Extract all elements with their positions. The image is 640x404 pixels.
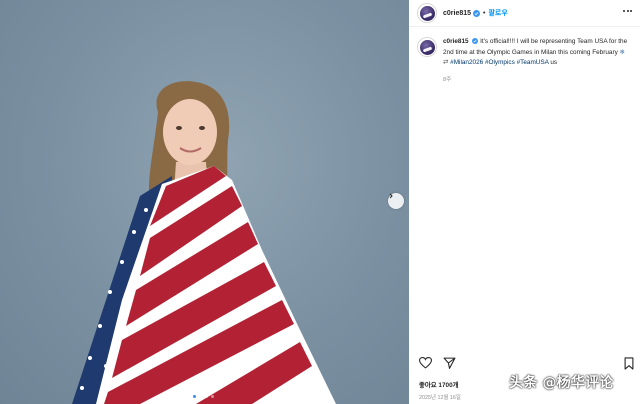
post-header: c0rie815 • 팔로우 — [409, 0, 640, 27]
post-photo[interactable] — [0, 0, 409, 404]
avatar[interactable] — [417, 3, 437, 23]
more-icon[interactable] — [623, 10, 632, 12]
chevron-right-icon — [389, 193, 393, 199]
carousel-dot — [199, 395, 202, 398]
snowflake-emoji: ❄ — [619, 48, 625, 56]
separator-dot: • — [483, 9, 486, 17]
post-date: 2025년 12월 16일 — [419, 395, 461, 401]
verified-icon — [472, 38, 479, 45]
carousel-dot — [211, 395, 214, 398]
caption-text: c0rie815 It's official!!!! I will be rep… — [443, 37, 631, 69]
verified-icon — [473, 9, 481, 17]
caption-time-ago[interactable]: 8주 — [443, 75, 631, 83]
caption-line-1: It's official!!!! I will be representing — [480, 38, 576, 45]
hashtag-olympics[interactable]: #Olympics — [485, 59, 515, 66]
carousel-indicator — [193, 395, 214, 398]
header-username[interactable]: c0rie815 — [443, 10, 471, 17]
post-side-panel: c0rie815 • 팔로우 c0rie815 It's official!!!… — [409, 0, 640, 404]
follow-button[interactable]: 팔로우 — [488, 8, 507, 18]
share-icon[interactable] — [443, 357, 456, 369]
hashtag-teamusa[interactable]: #TeamUSA — [517, 59, 549, 66]
heart-icon[interactable] — [419, 357, 432, 369]
caption-us: us — [550, 59, 558, 66]
bookmark-icon[interactable] — [624, 357, 634, 370]
post-actions — [419, 357, 634, 371]
caption-line-3: in Milan this coming February — [534, 48, 618, 56]
carousel-dot — [205, 395, 208, 398]
post-caption: c0rie815 It's official!!!! I will be rep… — [417, 37, 632, 83]
caption-username[interactable]: c0rie815 — [443, 38, 469, 45]
watermark: 头条 @杨华评论 — [509, 375, 614, 391]
carousel-dot-active — [193, 395, 196, 398]
hashtag-milan2026[interactable]: #Milan2026 — [450, 59, 483, 66]
athlete-with-flag-image — [72, 81, 336, 404]
likes-count[interactable]: 좋아요 1700개 — [419, 380, 459, 389]
next-image-button[interactable] — [388, 193, 404, 209]
caption-avatar[interactable] — [417, 37, 437, 57]
flag-emoji: ⇄ — [443, 59, 449, 66]
